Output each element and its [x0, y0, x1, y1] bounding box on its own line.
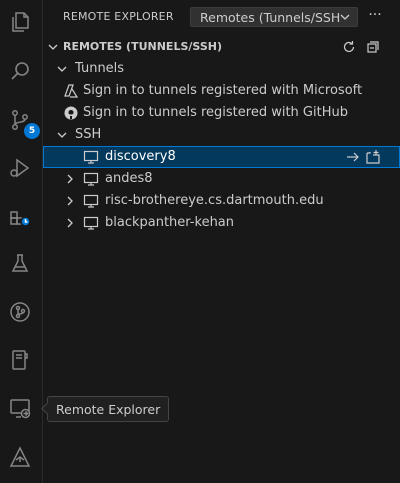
monitor-icon	[83, 172, 99, 186]
ssh-label: SSH	[75, 127, 102, 142]
collapse-all-icon[interactable]	[365, 39, 381, 55]
section-title: REMOTES (TUNNELS/SSH)	[63, 40, 222, 53]
monitor-icon	[83, 216, 99, 230]
remotes-dropdown[interactable]: Remotes (Tunnels/SSH	[190, 7, 358, 27]
chevron-right-icon	[67, 218, 73, 228]
extensions-icon[interactable]	[4, 200, 36, 232]
tunnels-group[interactable]: Tunnels	[43, 58, 400, 80]
more-actions-button[interactable]: ···	[366, 8, 384, 26]
remotes-section-header[interactable]: REMOTES (TUNNELS/SSH)	[43, 36, 400, 58]
tunnels-label: Tunnels	[75, 61, 125, 76]
chevron-right-icon	[67, 174, 73, 184]
git-graph-icon[interactable]	[4, 296, 36, 328]
refresh-icon[interactable]	[341, 39, 357, 55]
source-control-icon[interactable]: 5	[4, 104, 40, 139]
tunnel-item-label: Sign in to tunnels registered with Micro…	[83, 83, 363, 98]
search-icon[interactable]	[4, 55, 36, 87]
azure-icon	[64, 84, 79, 98]
remote-explorer-tooltip: Remote Explorer	[47, 396, 170, 422]
connect-current-window-icon[interactable]	[345, 149, 361, 165]
notebook-icon[interactable]	[4, 344, 36, 376]
remotes-dropdown-value: Remotes (Tunnels/SSH	[200, 9, 341, 25]
monitor-icon	[83, 194, 99, 208]
chevron-right-icon	[67, 196, 73, 206]
activity-bar: 5	[0, 0, 40, 483]
ssh-host-blackpanther-kehan[interactable]: blackpanther-kehan	[43, 212, 400, 234]
ai-assistant-icon[interactable]	[4, 441, 36, 473]
tunnel-item-label: Sign in to tunnels registered with GitHu…	[83, 105, 348, 120]
ssh-host-label: discovery8	[105, 149, 176, 164]
sidebar-title: REMOTE EXPLORER	[63, 10, 174, 23]
testing-icon[interactable]	[4, 248, 36, 280]
chevron-down-icon	[48, 44, 58, 50]
ssh-host-risc-brothereye[interactable]: risc-brothereye.cs.dartmouth.edu	[43, 190, 400, 212]
chevron-down-icon	[340, 14, 350, 20]
ssh-host-label: risc-brothereye.cs.dartmouth.edu	[105, 193, 324, 208]
ssh-host-discovery8[interactable]: discovery8	[43, 146, 400, 168]
source-control-badge: 5	[24, 123, 40, 139]
ssh-host-label: andes8	[105, 171, 153, 186]
ssh-group[interactable]: SSH	[43, 124, 400, 146]
sidebar-titlebar: REMOTE EXPLORER Remotes (Tunnels/SSH ···	[43, 0, 400, 35]
explorer-icon[interactable]	[4, 6, 36, 38]
tunnel-item-microsoft[interactable]: Sign in to tunnels registered with Micro…	[43, 80, 400, 102]
remote-explorer-icon[interactable]	[4, 392, 36, 424]
monitor-icon	[83, 150, 99, 164]
chevron-down-icon	[57, 66, 67, 72]
ssh-host-label: blackpanther-kehan	[105, 215, 235, 230]
github-icon	[64, 106, 78, 120]
run-debug-icon[interactable]	[4, 152, 36, 184]
connect-new-window-icon[interactable]	[365, 149, 381, 165]
tunnel-item-github[interactable]: Sign in to tunnels registered with GitHu…	[43, 102, 400, 124]
chevron-down-icon	[57, 132, 67, 138]
ssh-host-andes8[interactable]: andes8	[43, 168, 400, 190]
